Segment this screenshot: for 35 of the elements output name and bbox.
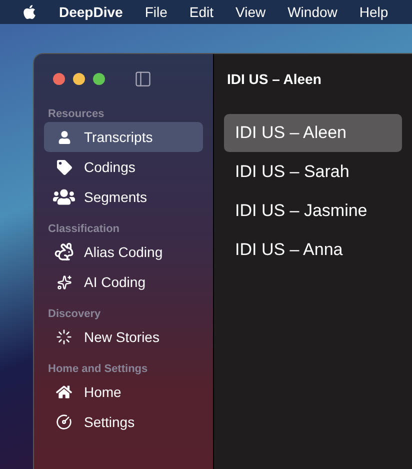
sidebar-item[interactable]: AI Coding bbox=[44, 267, 203, 297]
transcript-item[interactable]: IDI US – Sarah bbox=[224, 153, 402, 191]
menu-item[interactable]: Help bbox=[359, 2, 388, 22]
menu-item[interactable]: File bbox=[144, 2, 168, 22]
sidebar-item[interactable]: Home bbox=[44, 377, 203, 407]
sidebar-item[interactable]: Segments bbox=[44, 182, 203, 212]
menu-item[interactable]: View bbox=[236, 2, 266, 22]
sidebar-item[interactable]: Transcripts bbox=[44, 122, 203, 152]
sidebar-item[interactable]: Settings bbox=[44, 407, 203, 437]
gauge-icon bbox=[56, 414, 72, 430]
section-header: Home and Settings bbox=[47, 362, 149, 376]
menu-item[interactable]: Window bbox=[288, 2, 338, 22]
person-icon bbox=[58, 130, 70, 144]
sparkles-icon bbox=[56, 274, 72, 290]
menu-item[interactable]: Edit bbox=[189, 2, 214, 22]
menu-app-name[interactable]: DeepDive bbox=[59, 2, 123, 22]
apple-icon[interactable] bbox=[22, 4, 37, 20]
sidebar-item[interactable]: Codings bbox=[44, 152, 203, 182]
transcript-item[interactable]: IDI US – Jasmine bbox=[224, 192, 402, 230]
section-header: Discovery bbox=[47, 306, 102, 322]
sidebar-toggle-icon[interactable] bbox=[133, 70, 153, 88]
sidebar-item[interactable]: Alias Coding bbox=[44, 237, 203, 267]
maximize-button[interactable] bbox=[93, 73, 105, 85]
transcript-item[interactable]: IDI US – Anna bbox=[224, 231, 402, 269]
window-title: IDI US – Aleen bbox=[226, 70, 322, 88]
transcript-item[interactable]: IDI US – Aleen bbox=[224, 114, 402, 152]
loader-icon bbox=[56, 329, 72, 345]
house-icon bbox=[56, 384, 72, 400]
section-header: Classification bbox=[47, 222, 121, 236]
close-button[interactable] bbox=[53, 73, 65, 85]
rabbit-icon bbox=[54, 242, 74, 262]
minimize-button[interactable] bbox=[73, 73, 85, 85]
sidebar-item[interactable]: New Stories bbox=[44, 322, 203, 352]
section-header: Resources bbox=[47, 106, 106, 122]
tag-icon bbox=[56, 160, 72, 174]
